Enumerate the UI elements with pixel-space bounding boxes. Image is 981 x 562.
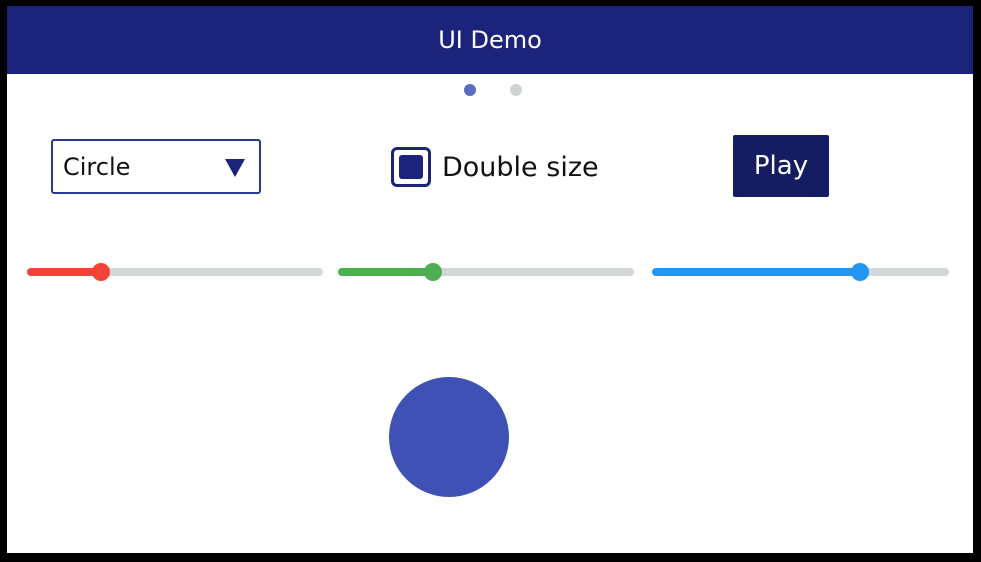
double-size-checkbox[interactable]: Double size bbox=[391, 147, 599, 187]
title-bar: UI Demo bbox=[7, 6, 973, 74]
slider-fill bbox=[652, 268, 860, 276]
green-slider[interactable] bbox=[338, 260, 634, 284]
slider-knob[interactable] bbox=[92, 263, 110, 281]
page-dot-1[interactable] bbox=[464, 84, 476, 96]
slider-fill bbox=[338, 268, 433, 276]
shape-dropdown-value: Circle bbox=[63, 153, 131, 181]
checkbox-box[interactable] bbox=[391, 147, 431, 187]
app-title: UI Demo bbox=[438, 26, 542, 54]
play-button-label: Play bbox=[753, 151, 809, 181]
play-button[interactable]: Play bbox=[733, 135, 829, 197]
checkbox-checked-indicator bbox=[399, 155, 423, 179]
slider-knob[interactable] bbox=[850, 263, 869, 281]
slider-fill bbox=[27, 268, 101, 276]
page-dot-2[interactable] bbox=[510, 84, 522, 96]
page-indicator bbox=[464, 84, 522, 96]
shape-preview-circle bbox=[389, 377, 509, 497]
slider-knob[interactable] bbox=[423, 263, 442, 281]
shape-dropdown[interactable]: Circle bbox=[51, 139, 261, 194]
triangle-down-icon bbox=[225, 159, 245, 177]
red-slider[interactable] bbox=[27, 260, 323, 284]
double-size-label: Double size bbox=[442, 151, 599, 183]
blue-slider[interactable] bbox=[652, 260, 949, 284]
